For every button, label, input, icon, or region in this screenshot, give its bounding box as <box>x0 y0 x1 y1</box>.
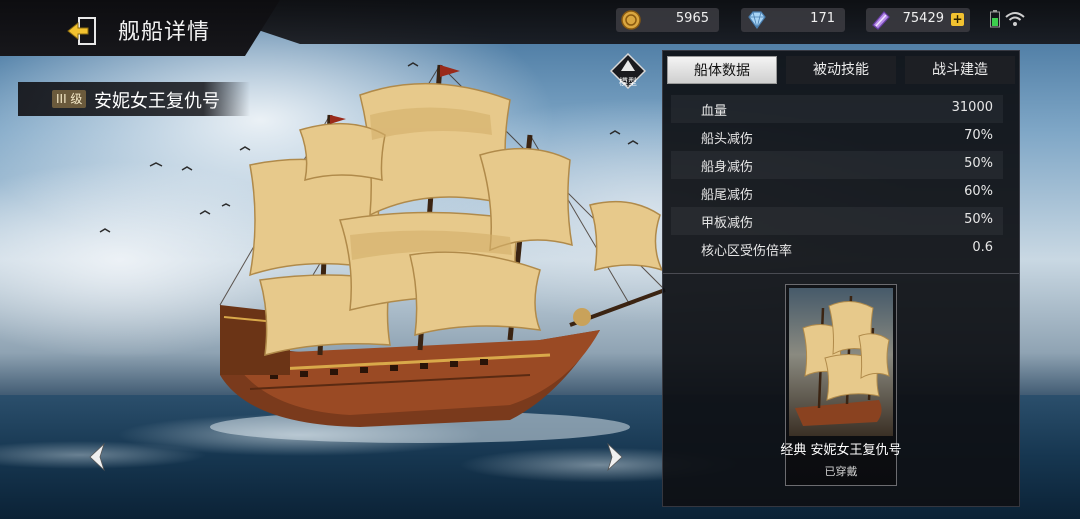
gold-coin-icon <box>621 10 641 30</box>
back-button[interactable] <box>66 14 100 48</box>
stat-value: 70% <box>964 128 993 143</box>
purple-crystal-icon <box>872 11 890 30</box>
stat-value: 60% <box>964 184 993 199</box>
stat-label: 船尾减伤 <box>701 188 754 203</box>
skin-equipped-status: 已穿戴 <box>824 465 858 478</box>
ship-tier-badge: III 级 <box>52 90 87 108</box>
resource-crystal: 75429 + <box>866 8 970 32</box>
battery-icon <box>990 10 1000 28</box>
ship-name: 安妮女王复仇号 <box>94 91 220 112</box>
tab-passive-skills[interactable]: 被动技能 <box>786 56 896 84</box>
ship-illustration <box>210 55 680 445</box>
tab-hull-data[interactable]: 船体数据 <box>667 56 777 84</box>
stat-label: 甲板减伤 <box>701 216 754 231</box>
tab-bar: 船体数据 被动技能 战斗建造 <box>667 56 1015 84</box>
stat-value: 50% <box>964 212 993 227</box>
stat-row: 船身减伤 50% <box>671 151 1003 179</box>
coin-value: 5965 <box>675 11 709 26</box>
wifi-icon <box>1005 12 1025 26</box>
stat-value: 0.6 <box>972 240 993 255</box>
stat-label: 船头减伤 <box>701 132 754 147</box>
ship-detail-panel: 船体数据 被动技能 战斗建造 血量 31000 船头减伤 70% 船身减伤 50… <box>662 50 1020 507</box>
resource-diamond: 171 <box>741 8 845 32</box>
panel-divider <box>663 273 1019 274</box>
stat-value: 31000 <box>951 100 993 115</box>
stat-row: 船头减伤 70% <box>671 123 1003 151</box>
stat-label: 船身减伤 <box>701 160 754 175</box>
skin-thumbnail <box>789 288 893 436</box>
ship-skin-card[interactable]: 经典 安妮女王复仇号 已穿戴 <box>780 284 902 486</box>
back-arrow-icon <box>67 17 96 45</box>
stat-row: 船尾减伤 60% <box>671 179 1003 207</box>
stat-value: 50% <box>964 156 993 171</box>
page-title: 舰船详情 <box>118 20 211 45</box>
resource-coin: 5965 <box>616 8 719 32</box>
stat-row: 血量 31000 <box>671 95 1003 123</box>
add-crystal-button[interactable]: + <box>951 13 964 26</box>
stat-row: 核心区受伤倍率 0.6 <box>671 235 1003 263</box>
stat-label: 核心区受伤倍率 <box>701 244 793 259</box>
stat-label: 血量 <box>701 104 728 119</box>
model-view-button[interactable]: 模型 <box>610 53 646 89</box>
stat-row: 甲板减伤 50% <box>671 207 1003 235</box>
crystal-value: 75429 <box>902 11 944 26</box>
diamond-value: 171 <box>810 11 835 26</box>
model-button-label: 模型 <box>618 78 637 88</box>
diamond-icon <box>748 11 766 30</box>
next-ship-arrow[interactable] <box>604 442 626 472</box>
previous-ship-arrow[interactable] <box>86 442 108 472</box>
hull-stats-list: 血量 31000 船头减伤 70% 船身减伤 50% 船尾减伤 60% 甲板减伤… <box>671 95 1003 263</box>
skin-name: 经典 安妮女王复仇号 <box>780 443 902 458</box>
tab-battle-build[interactable]: 战斗建造 <box>905 56 1015 84</box>
